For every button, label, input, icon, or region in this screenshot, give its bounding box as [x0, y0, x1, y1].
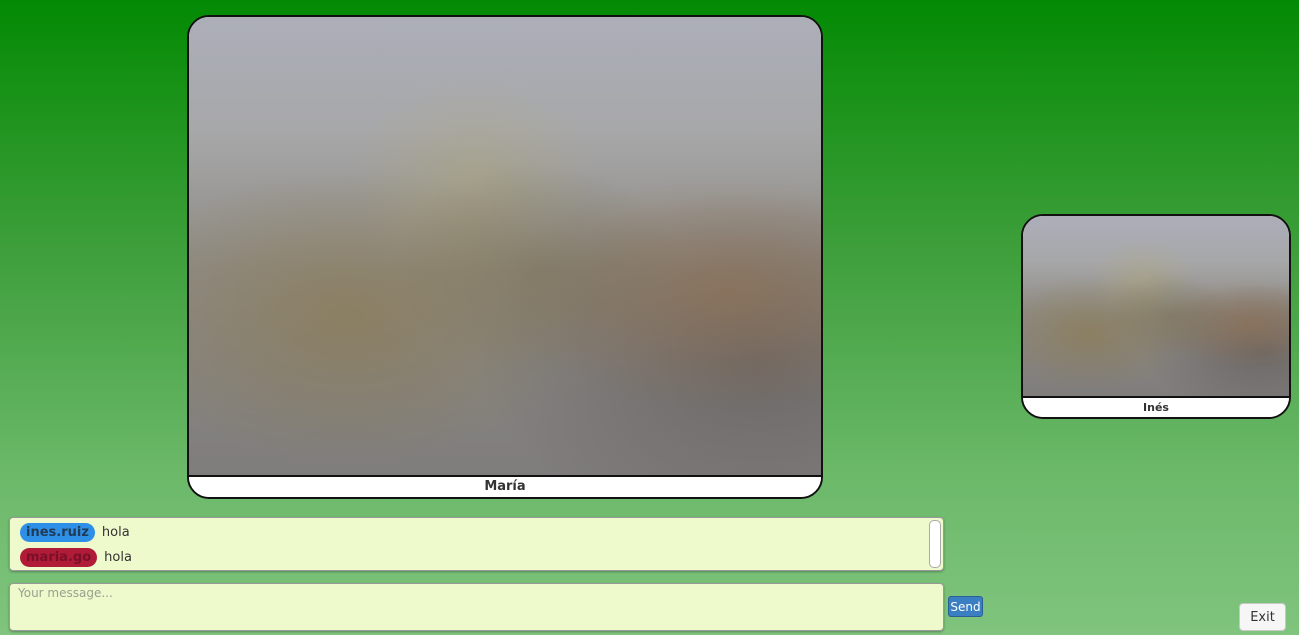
message-input[interactable] — [9, 583, 944, 631]
chat-user-badge: ines.ruiz — [20, 522, 95, 542]
chat-message-text: hola — [101, 524, 130, 540]
side-video-feed — [1023, 216, 1289, 396]
exit-button[interactable]: Exit — [1239, 603, 1286, 631]
send-button[interactable]: Send — [948, 596, 983, 617]
side-video-tile: Inés — [1021, 214, 1291, 419]
chat-message: ines.ruiz hola — [20, 522, 130, 542]
chat-message: maria.go hola — [20, 547, 132, 567]
chat-scrollbar[interactable] — [929, 520, 941, 568]
main-video-tile: María — [187, 15, 823, 499]
side-video-name: Inés — [1023, 396, 1289, 417]
chat-log[interactable]: ines.ruiz hola maria.go hola — [9, 517, 944, 571]
chat-user-badge: maria.go — [20, 547, 98, 567]
main-video-name: María — [189, 475, 821, 497]
main-video-feed — [189, 17, 821, 477]
chat-message-text: hola — [104, 549, 132, 565]
